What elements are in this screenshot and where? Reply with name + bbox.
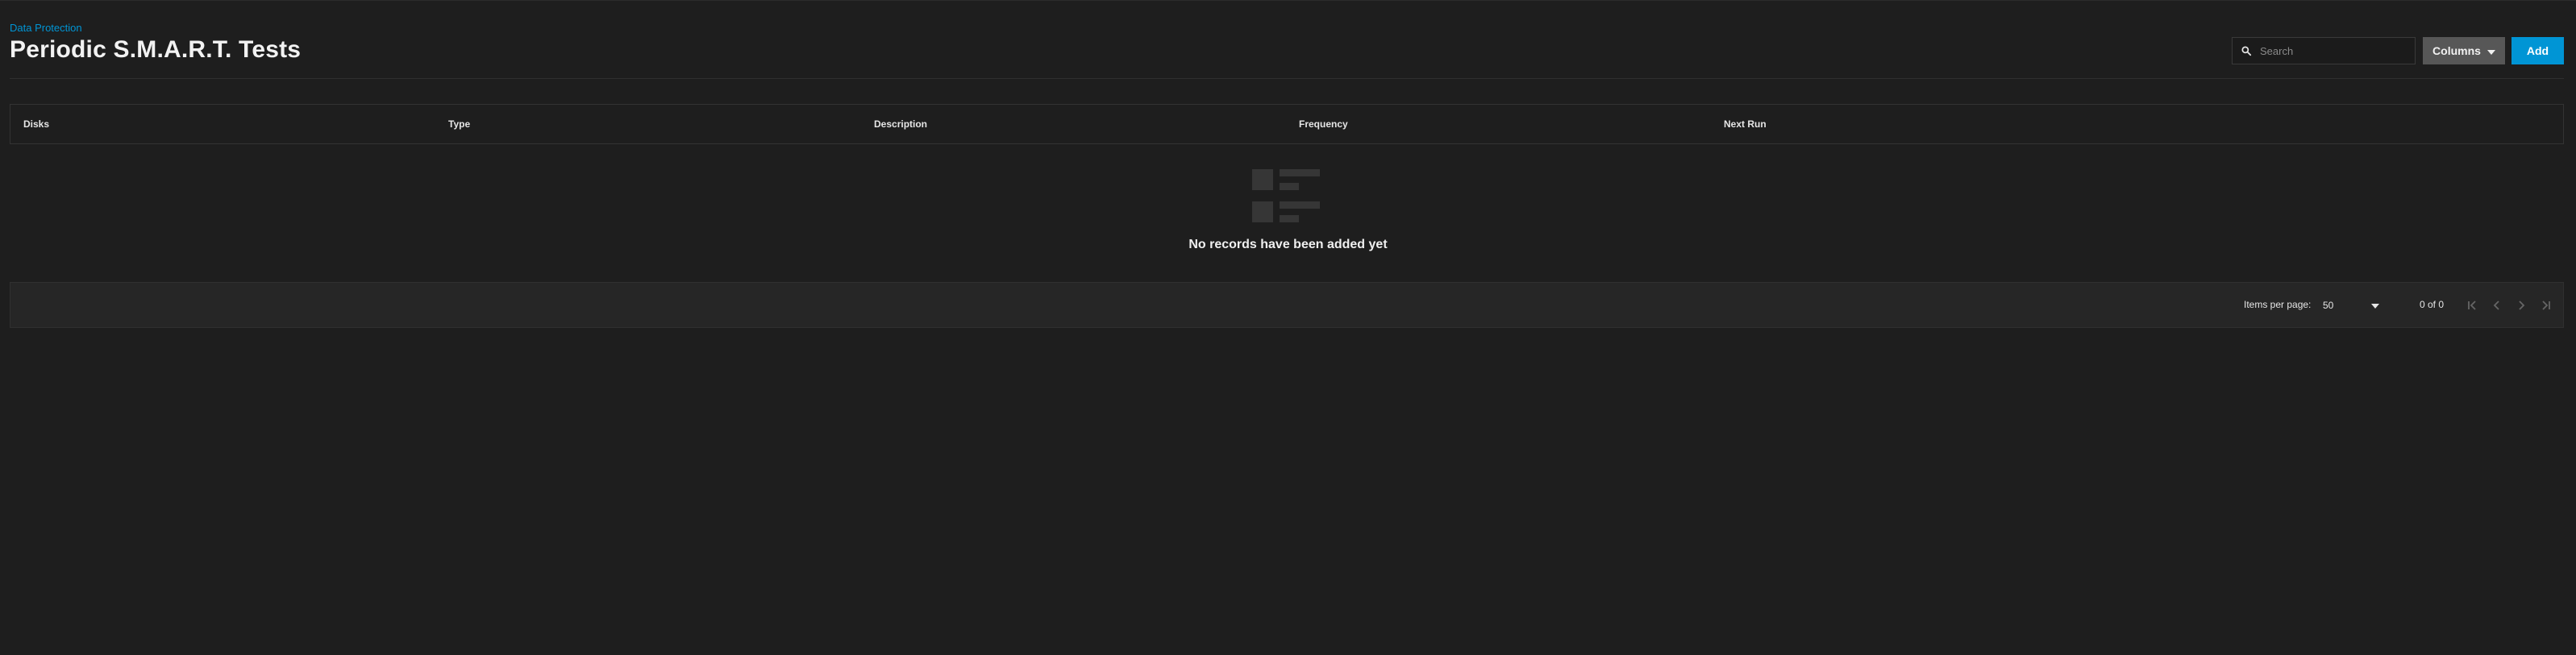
- last-page-icon[interactable]: [2534, 294, 2557, 317]
- empty-state: No records have been added yet: [0, 166, 2576, 252]
- page: Data Protection Periodic S.M.A.R.T. Test…: [0, 0, 2576, 655]
- search-box[interactable]: [2232, 37, 2416, 64]
- chevron-right-icon[interactable]: [2510, 294, 2532, 317]
- column-header-description[interactable]: Description: [874, 105, 927, 143]
- column-header-disks[interactable]: Disks: [23, 105, 49, 143]
- items-per-page-select[interactable]: 50: [2323, 295, 2379, 316]
- column-header-type[interactable]: Type: [448, 105, 470, 143]
- chevron-left-icon[interactable]: [2486, 294, 2508, 317]
- add-button[interactable]: Add: [2511, 37, 2564, 64]
- page-title: Periodic S.M.A.R.T. Tests: [10, 36, 302, 63]
- items-per-page-label: Items per page:: [2244, 299, 2312, 310]
- breadcrumb-data-protection[interactable]: Data Protection: [10, 22, 82, 34]
- search-input[interactable]: [2260, 39, 2415, 63]
- empty-list-icon: [1251, 166, 1325, 230]
- column-header-next-run[interactable]: Next Run: [1724, 105, 1767, 143]
- range-label: 0 of 0: [2420, 299, 2445, 310]
- search-icon: [2233, 37, 2260, 64]
- first-page-icon[interactable]: [2462, 294, 2484, 317]
- paginator: Items per page: 50 0 of 0: [10, 282, 2564, 328]
- caret-down-icon: [2371, 300, 2379, 311]
- caret-down-icon: [2487, 44, 2495, 57]
- header-divider: [10, 78, 2564, 79]
- table-header: Disks Type Description Frequency Next Ru…: [10, 104, 2564, 144]
- empty-message: No records have been added yet: [1188, 238, 1388, 251]
- column-header-frequency[interactable]: Frequency: [1299, 105, 1348, 143]
- columns-button[interactable]: Columns: [2423, 37, 2505, 64]
- items-per-page-value: 50: [2323, 300, 2334, 311]
- columns-button-label: Columns: [2432, 44, 2481, 57]
